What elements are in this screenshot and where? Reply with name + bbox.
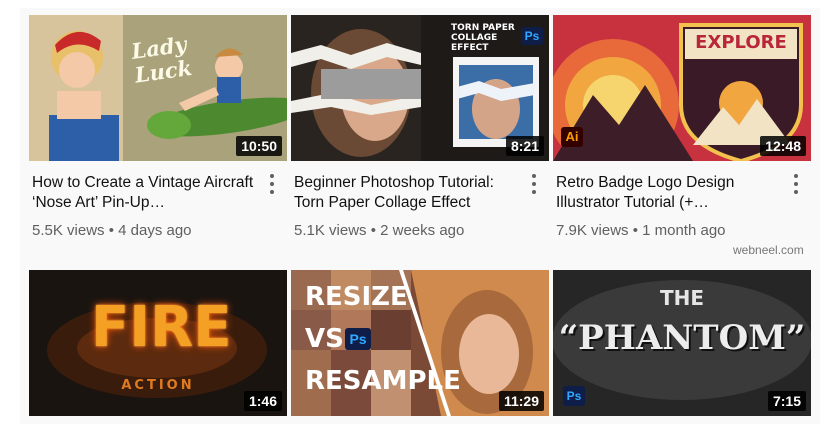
video-title[interactable]: How to Create a Vintage Aircraft ‘Nose A… xyxy=(32,173,260,213)
duration-badge: 8:21 xyxy=(505,136,544,156)
video-title[interactable]: Retro Badge Logo Design Illustrator Tuto… xyxy=(556,173,784,213)
photoshop-icon: Ps xyxy=(345,328,371,350)
thumb-title-text: FIRE xyxy=(91,295,232,360)
video-meta: 5.5K views • 4 days ago xyxy=(32,222,192,239)
duration-badge: 1:46 xyxy=(243,391,282,411)
video-card-4[interactable]: FIRE ACTION 1:46 xyxy=(29,270,287,416)
thumb-title-text: Lady Luck xyxy=(129,31,194,88)
video-meta: 7.9K views • 1 month ago xyxy=(556,222,726,239)
thumb-title-text: THE xyxy=(659,286,705,310)
thumb-title-text-2: VS xyxy=(305,324,344,354)
video-thumbnail[interactable]: EXPLORE Ai 12:48 xyxy=(553,15,811,161)
more-options-icon[interactable] xyxy=(267,174,277,194)
duration-badge: 12:48 xyxy=(760,136,806,156)
video-thumbnail[interactable]: RESIZE VS Ps RESAMPLE 11:29 xyxy=(291,270,549,416)
thumb-title-text-2: “PHANTOM” xyxy=(558,318,806,358)
video-title[interactable]: Beginner Photoshop Tutorial: Torn Paper … xyxy=(294,173,522,213)
video-card-2[interactable]: TORN PAPER COLLAGE EFFECT Ps 8:21 Beginn… xyxy=(291,15,549,245)
video-meta: 5.1K views • 2 weeks ago xyxy=(294,222,465,239)
thumb-title-text: RESIZE xyxy=(305,282,408,312)
thumb-title-text: EXPLORE xyxy=(695,32,787,53)
illustrator-icon: Ai xyxy=(561,127,583,147)
photoshop-icon: Ps xyxy=(563,386,585,406)
video-card-1[interactable]: Lady Luck 10:50 How to Create a Vintage … xyxy=(29,15,287,245)
duration-badge: 10:50 xyxy=(236,136,282,156)
duration-badge: 11:29 xyxy=(498,391,544,411)
video-thumbnail[interactable]: THE “PHANTOM” Ps 7:15 xyxy=(553,270,811,416)
thumb-title-text: TORN PAPER COLLAGE EFFECT xyxy=(451,23,515,53)
more-options-icon[interactable] xyxy=(529,174,539,194)
video-thumbnail[interactable]: Lady Luck 10:50 xyxy=(29,15,287,161)
thumb-title-text-3: RESAMPLE xyxy=(305,366,461,396)
thumb-subtitle-text: ACTION xyxy=(121,378,195,393)
video-thumbnail[interactable]: FIRE ACTION 1:46 xyxy=(29,270,287,416)
video-card-6[interactable]: THE “PHANTOM” Ps 7:15 xyxy=(553,270,811,416)
duration-badge: 7:15 xyxy=(767,391,806,411)
more-options-icon[interactable] xyxy=(791,174,801,194)
photoshop-icon: Ps xyxy=(521,27,543,45)
video-card-5[interactable]: RESIZE VS Ps RESAMPLE 11:29 xyxy=(291,270,549,416)
video-card-3[interactable]: EXPLORE Ai 12:48 Retro Badge Logo Design… xyxy=(553,15,811,245)
video-thumbnail[interactable]: TORN PAPER COLLAGE EFFECT Ps 8:21 xyxy=(291,15,549,161)
watermark: webneel.com xyxy=(733,243,804,257)
